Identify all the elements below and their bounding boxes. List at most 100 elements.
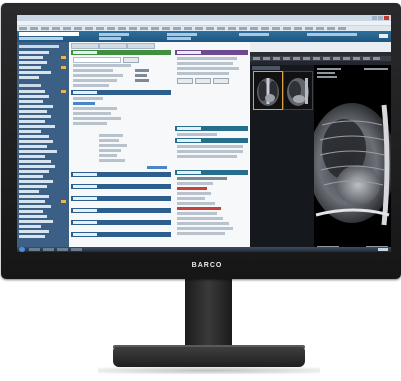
nav-item[interactable] (19, 140, 53, 143)
toolbar-button[interactable] (228, 27, 236, 30)
panel-header[interactable] (71, 172, 171, 177)
panel-header[interactable] (71, 232, 171, 237)
nav-item[interactable] (19, 180, 53, 183)
list-row-link[interactable] (73, 102, 95, 105)
toolbar-button[interactable] (195, 27, 203, 30)
toolbar-button[interactable] (140, 27, 148, 30)
nav-item[interactable] (19, 225, 41, 228)
toolbar-button[interactable] (107, 27, 115, 30)
viewer-tool-button[interactable] (253, 57, 260, 60)
viewer-tool-button[interactable] (263, 57, 270, 60)
nav-item[interactable] (19, 56, 43, 59)
toolbar-button[interactable] (52, 27, 60, 30)
nav-item[interactable] (19, 235, 45, 238)
nav-item[interactable] (19, 195, 49, 198)
toolbar-button[interactable] (305, 27, 313, 30)
viewer-tool-button[interactable] (333, 57, 340, 60)
nav-item[interactable] (19, 150, 57, 153)
toolbar-button[interactable] (30, 27, 38, 30)
taskbar-app-button[interactable] (43, 248, 54, 251)
panel-header[interactable] (175, 170, 248, 175)
list-row-link[interactable] (147, 166, 167, 169)
panel-header[interactable] (71, 220, 171, 225)
toolbar-button[interactable] (151, 27, 159, 30)
viewer-tool-button[interactable] (293, 57, 300, 60)
nav-item[interactable] (19, 160, 51, 163)
banner-flag-icon[interactable] (379, 34, 388, 38)
nav-item[interactable] (19, 120, 45, 123)
toolbar-button[interactable] (250, 27, 258, 30)
viewer-tool-button[interactable] (313, 57, 320, 60)
viewer-tool-button[interactable] (283, 57, 290, 60)
viewer-tool-button[interactable] (353, 57, 360, 60)
panel-header[interactable] (71, 184, 171, 189)
nav-item[interactable] (19, 205, 51, 208)
action-button[interactable] (123, 57, 139, 63)
viewer-tool-button[interactable] (303, 57, 310, 60)
windows-start-icon[interactable] (19, 247, 25, 252)
panel-header[interactable] (175, 50, 248, 55)
toolbar-button[interactable] (261, 27, 269, 30)
viewer-tool-button[interactable] (343, 57, 350, 60)
taskbar-app-button[interactable] (57, 248, 68, 251)
toolbar-button[interactable] (283, 27, 291, 30)
action-button[interactable] (213, 78, 229, 84)
nav-item[interactable] (19, 71, 51, 74)
input-field[interactable] (73, 57, 121, 63)
nav-item[interactable] (19, 230, 49, 233)
nav-item[interactable] (19, 210, 43, 213)
toolbar-button[interactable] (239, 27, 247, 30)
toolbar-button[interactable] (96, 27, 104, 30)
nav-item[interactable] (19, 145, 47, 148)
nav-item[interactable] (19, 125, 55, 128)
viewer-tool-button[interactable] (273, 57, 280, 60)
toolbar-button[interactable] (85, 27, 93, 30)
toolbar-button[interactable] (162, 27, 170, 30)
nav-item[interactable] (19, 100, 43, 103)
toolbar-button[interactable] (294, 27, 302, 30)
nav-item[interactable] (19, 115, 51, 118)
thumbnail-chest-xray-frontal[interactable] (253, 71, 283, 110)
panel-header[interactable] (71, 196, 171, 201)
thumbnail-chest-xray-lateral[interactable] (283, 71, 313, 110)
nav-item[interactable] (19, 76, 39, 79)
toolbar-button[interactable] (184, 27, 192, 30)
action-button[interactable] (195, 78, 211, 84)
nav-item[interactable] (19, 175, 43, 178)
nav-item[interactable] (19, 105, 53, 108)
toolbar-button[interactable] (272, 27, 280, 30)
panel-header[interactable] (175, 138, 248, 143)
viewer-tool-button[interactable] (373, 57, 380, 60)
toolbar-button[interactable] (316, 27, 324, 30)
panel-header[interactable] (71, 50, 171, 55)
taskbar-app-button[interactable] (29, 248, 40, 251)
nav-item[interactable] (19, 165, 55, 168)
viewer-tool-button[interactable] (363, 57, 370, 60)
nav-item[interactable] (19, 110, 47, 113)
tab[interactable] (99, 43, 127, 49)
nav-item[interactable] (19, 51, 49, 54)
nav-item[interactable] (19, 66, 41, 69)
toolbar-button[interactable] (217, 27, 225, 30)
nav-item[interactable] (19, 185, 47, 188)
xray-main-image[interactable] (308, 65, 391, 252)
toolbar-button[interactable] (338, 27, 346, 30)
minimize-icon[interactable] (372, 16, 377, 20)
toolbar-button[interactable] (118, 27, 126, 30)
tab[interactable] (71, 43, 99, 49)
nav-item[interactable] (19, 170, 49, 173)
nav-item[interactable] (19, 215, 47, 218)
nav-item[interactable] (19, 220, 53, 223)
toolbar-button[interactable] (74, 27, 82, 30)
panel-header[interactable] (71, 208, 171, 213)
toolbar-button[interactable] (173, 27, 181, 30)
toolbar-button[interactable] (206, 27, 214, 30)
nav-item[interactable] (19, 90, 45, 93)
nav-item[interactable] (19, 155, 45, 158)
close-icon[interactable] (384, 16, 389, 20)
taskbar-app-button[interactable] (71, 248, 82, 251)
panel-header[interactable] (71, 90, 171, 95)
nav-item[interactable] (19, 95, 49, 98)
viewer-tool-button[interactable] (323, 57, 330, 60)
maximize-icon[interactable] (378, 16, 383, 20)
